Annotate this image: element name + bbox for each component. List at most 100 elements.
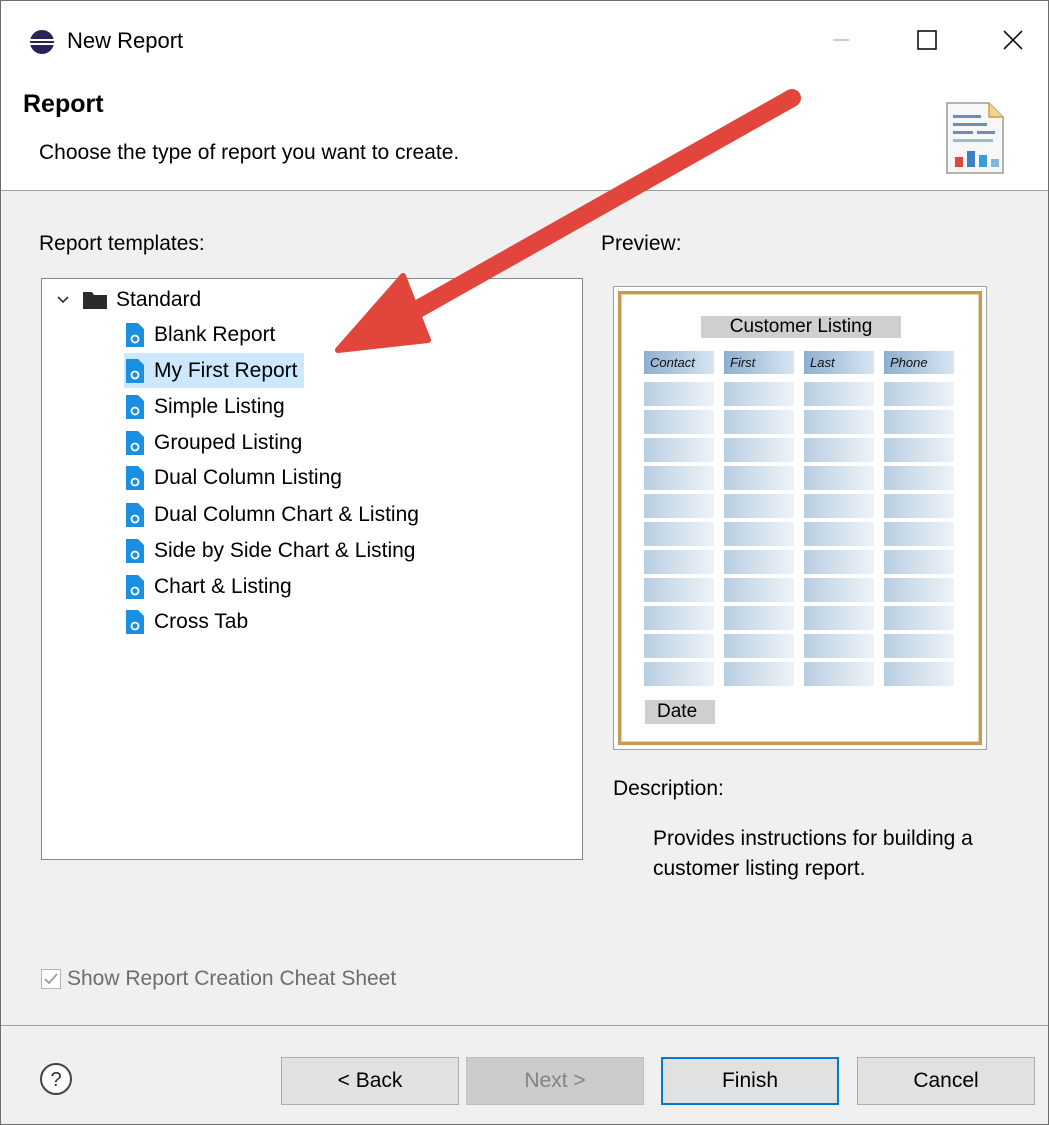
tree-item-cross-tab[interactable]: Cross Tab	[124, 604, 254, 639]
new-report-dialog: New Report Report Choose the type of rep…	[0, 0, 1049, 1125]
preview-column-header: Last	[804, 351, 874, 374]
maximize-button[interactable]	[887, 1, 967, 79]
tree-item-dual-column-listing[interactable]: Dual Column Listing	[124, 460, 348, 495]
checkbox-box[interactable]	[41, 969, 61, 989]
preview-table-cell	[884, 438, 954, 462]
maximize-icon	[917, 30, 937, 50]
next-button[interactable]: Next >	[466, 1057, 644, 1105]
preview-table-cell	[804, 606, 874, 630]
back-button[interactable]: < Back	[281, 1057, 459, 1105]
preview-table-cell	[884, 606, 954, 630]
description-label: Description:	[613, 777, 724, 800]
tree-item-dual-column-chart-listing[interactable]: Dual Column Chart & Listing	[124, 497, 425, 532]
preview-table-cell	[804, 494, 874, 518]
tree-item-label: Blank Report	[154, 322, 276, 346]
minimize-icon	[833, 39, 849, 41]
template-doc-icon	[126, 609, 144, 634]
preview-table-cell	[724, 606, 794, 630]
preview-table-cell	[724, 382, 794, 406]
tree-root-label: Standard	[116, 287, 202, 311]
template-doc-icon	[126, 538, 144, 563]
preview-column-header: Contact	[644, 351, 714, 374]
preview-table-cell	[884, 410, 954, 434]
title-bar: New Report	[1, 1, 1048, 79]
finish-button[interactable]: Finish	[661, 1057, 839, 1105]
preview-column-header: First	[724, 351, 794, 374]
preview-table-cell	[884, 578, 954, 602]
preview-table-cell	[724, 522, 794, 546]
template-doc-icon	[126, 502, 144, 527]
preview-table-cell	[644, 466, 714, 490]
tree-item-my-first-report[interactable]: My First Report	[124, 353, 304, 388]
tree-item-label: My First Report	[154, 358, 298, 382]
preview-table-cell	[804, 522, 874, 546]
preview-table-cell	[644, 606, 714, 630]
preview-table-cell	[884, 494, 954, 518]
preview-table-cell	[884, 522, 954, 546]
tree-item-chart-listing[interactable]: Chart & Listing	[124, 569, 298, 604]
eclipse-icon	[30, 30, 54, 54]
preview-table-cell	[644, 550, 714, 574]
template-doc-icon	[126, 394, 144, 419]
cancel-button[interactable]: Cancel	[857, 1057, 1035, 1105]
preview-table-cell	[644, 522, 714, 546]
preview-table-cell	[804, 438, 874, 462]
preview-table-cell	[804, 578, 874, 602]
description-text: Provides instructions for building a cus…	[653, 827, 973, 880]
preview-table-cell	[724, 634, 794, 658]
template-doc-icon	[126, 358, 144, 383]
template-doc-icon	[126, 322, 144, 347]
preview-table-cell	[804, 466, 874, 490]
templates-label: Report templates:	[39, 232, 205, 255]
help-icon[interactable]: ?	[39, 1062, 73, 1096]
preview-table-cell	[804, 634, 874, 658]
preview-table-cell	[884, 634, 954, 658]
template-doc-icon	[126, 465, 144, 490]
tree-item-blank-report[interactable]: Blank Report	[124, 317, 281, 352]
tree-item-label: Side by Side Chart & Listing	[154, 538, 416, 562]
preview-table-cell	[724, 550, 794, 574]
tree-item-label: Grouped Listing	[154, 430, 303, 454]
tree-item-label: Cross Tab	[154, 609, 249, 633]
footer-divider	[1, 1025, 1048, 1026]
report-chart-icon	[946, 102, 1004, 174]
cheat-sheet-checkbox[interactable]: Show Report Creation Cheat Sheet	[41, 967, 396, 991]
preview-table-cell	[884, 550, 954, 574]
preview-table-cell	[644, 578, 714, 602]
preview-column-header: Phone	[884, 351, 954, 374]
preview-table-cell	[644, 662, 714, 686]
minimize-button[interactable]	[801, 1, 881, 79]
preview-table-cell	[804, 382, 874, 406]
cheat-sheet-label: Show Report Creation Cheat Sheet	[67, 967, 397, 990]
tree-item-label: Chart & Listing	[154, 574, 292, 598]
folder-icon	[83, 291, 107, 309]
preview-table-cell	[884, 662, 954, 686]
close-button[interactable]	[973, 1, 1049, 79]
templates-tree[interactable]: Standard Blank Report My First Report Si…	[41, 278, 583, 860]
preview-table-cell	[724, 662, 794, 686]
tree-item-label: Dual Column Chart & Listing	[154, 502, 419, 526]
preview-table-cell	[884, 382, 954, 406]
preview-report-title: Customer Listing	[701, 316, 901, 338]
preview-table-cell	[884, 466, 954, 490]
tree-item-grouped-listing[interactable]: Grouped Listing	[124, 425, 308, 460]
preview-table-cell	[644, 634, 714, 658]
preview-table-cell	[724, 578, 794, 602]
close-icon	[1003, 30, 1023, 50]
preview-table-cell	[724, 466, 794, 490]
preview-table-cell	[804, 410, 874, 434]
svg-text:?: ?	[50, 1069, 61, 1091]
chevron-down-icon[interactable]	[52, 289, 74, 311]
tree-item-label: Simple Listing	[154, 394, 285, 418]
tree-item-side-by-side-chart-listing[interactable]: Side by Side Chart & Listing	[124, 533, 421, 568]
tree-root-standard[interactable]: Standard	[52, 282, 207, 317]
preview-table-cell	[644, 438, 714, 462]
preview-table-cell	[724, 438, 794, 462]
preview-table-cell	[644, 494, 714, 518]
preview-table-cell	[724, 410, 794, 434]
tree-item-simple-listing[interactable]: Simple Listing	[124, 389, 291, 424]
tree-item-label: Dual Column Listing	[154, 465, 342, 489]
preview-label: Preview:	[601, 232, 682, 255]
preview-table-cell	[724, 494, 794, 518]
page-title: Report	[23, 90, 104, 118]
